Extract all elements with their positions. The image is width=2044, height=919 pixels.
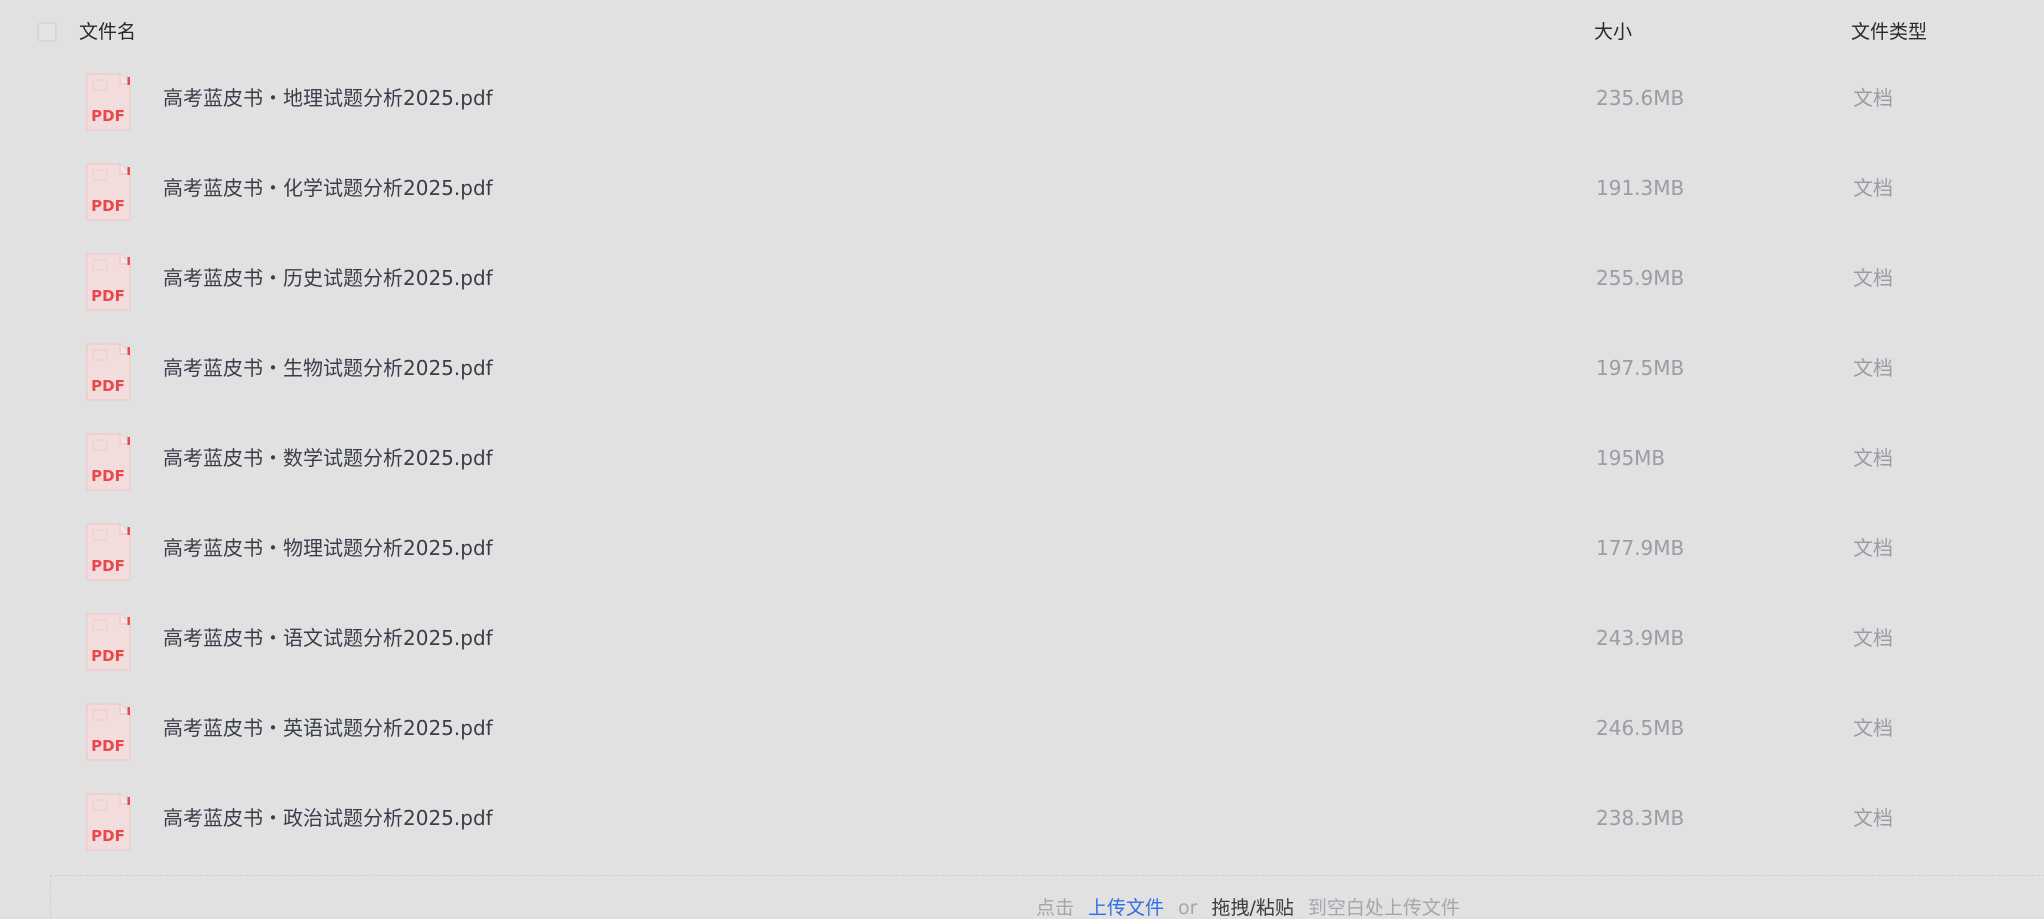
file-size: 195MB (1596, 446, 1666, 470)
upload-hint-prefix: 点击 (1036, 897, 1075, 919)
file-row[interactable]: PDF 高考蓝皮书・物理试题分析2025.pdf 177.9MB 文档 (0, 503, 2044, 593)
file-name[interactable]: 高考蓝皮书・政治试题分析2025.pdf (163, 805, 493, 831)
file-type: 文档 (1853, 626, 1893, 650)
file-type: 文档 (1853, 716, 1893, 740)
column-header-type[interactable]: 文件类型 (1851, 19, 1927, 45)
file-type: 文档 (1853, 806, 1893, 830)
file-size: 197.5MB (1596, 356, 1685, 380)
file-name[interactable]: 高考蓝皮书・语文试题分析2025.pdf (163, 625, 493, 651)
pdf-file-icon: PDF (85, 162, 132, 222)
pdf-file-icon: PDF (85, 792, 132, 852)
file-row[interactable]: PDF 高考蓝皮书・语文试题分析2025.pdf 243.9MB 文档 (0, 593, 2044, 683)
pdf-file-icon: PDF (85, 432, 132, 492)
upload-hint-suffix: 到空白处上传文件 (1307, 897, 1460, 919)
column-header-size[interactable]: 大小 (1594, 19, 1632, 45)
file-name[interactable]: 高考蓝皮书・物理试题分析2025.pdf (163, 535, 493, 561)
file-list-panel: 文件名 大小 文件类型 PDF 高考蓝皮书・地理试题分析2025.pdf 235.6… (0, 0, 2044, 919)
pdf-icon-label: PDF (91, 647, 125, 665)
file-name[interactable]: 高考蓝皮书・地理试题分析2025.pdf (163, 85, 493, 111)
file-row[interactable]: PDF 高考蓝皮书・历史试题分析2025.pdf 255.9MB 文档 (0, 233, 2044, 323)
file-size: 235.6MB (1596, 86, 1685, 110)
file-type: 文档 (1853, 266, 1893, 290)
pdf-icon-label: PDF (91, 107, 125, 125)
column-header-name[interactable]: 文件名 (79, 19, 136, 45)
file-name[interactable]: 高考蓝皮书・数学试题分析2025.pdf (163, 445, 493, 471)
file-row[interactable]: PDF 高考蓝皮书・生物试题分析2025.pdf 197.5MB 文档 (0, 323, 2044, 413)
file-size: 255.9MB (1596, 266, 1685, 290)
pdf-file-icon: PDF (85, 522, 132, 582)
file-size: 246.5MB (1596, 716, 1685, 740)
pdf-icon-label: PDF (91, 467, 125, 485)
file-row[interactable]: PDF 高考蓝皮书・化学试题分析2025.pdf 191.3MB 文档 (0, 143, 2044, 233)
upload-hint-or: or (1178, 897, 1198, 919)
file-size: 177.9MB (1596, 536, 1685, 560)
file-row[interactable]: PDF 高考蓝皮书・政治试题分析2025.pdf 238.3MB 文档 (0, 773, 2044, 863)
file-type: 文档 (1853, 86, 1893, 110)
pdf-icon-label: PDF (91, 557, 125, 575)
file-name[interactable]: 高考蓝皮书・化学试题分析2025.pdf (163, 175, 493, 201)
file-name[interactable]: 高考蓝皮书・历史试题分析2025.pdf (163, 265, 493, 291)
file-name[interactable]: 高考蓝皮书・生物试题分析2025.pdf (163, 355, 493, 381)
file-size: 243.9MB (1596, 626, 1685, 650)
drag-paste-hint[interactable]: 拖拽/粘贴 (1211, 897, 1293, 919)
file-row[interactable]: PDF 高考蓝皮书・英语试题分析2025.pdf 246.5MB 文档 (0, 683, 2044, 773)
upload-hint: 点击 上传文件 or 拖拽/粘贴 到空白处上传文件 (1036, 895, 1460, 919)
file-size: 191.3MB (1596, 176, 1685, 200)
file-type: 文档 (1853, 356, 1893, 380)
pdf-file-icon: PDF (85, 342, 132, 402)
pdf-file-icon: PDF (85, 252, 132, 312)
file-type: 文档 (1853, 446, 1893, 470)
upload-file-link[interactable]: 上传文件 (1088, 897, 1164, 919)
pdf-icon-label: PDF (91, 377, 125, 395)
pdf-icon-label: PDF (91, 827, 125, 845)
pdf-icon-label: PDF (91, 197, 125, 215)
file-type: 文档 (1853, 536, 1893, 560)
pdf-file-icon: PDF (85, 72, 132, 132)
file-row[interactable]: PDF 高考蓝皮书・地理试题分析2025.pdf 235.6MB 文档 (0, 53, 2044, 143)
pdf-icon-label: PDF (91, 287, 125, 305)
pdf-file-icon: PDF (85, 702, 132, 762)
select-all-checkbox[interactable] (37, 22, 57, 42)
file-type: 文档 (1853, 176, 1893, 200)
file-row[interactable]: PDF 高考蓝皮书・数学试题分析2025.pdf 195MB 文档 (0, 413, 2044, 503)
file-name[interactable]: 高考蓝皮书・英语试题分析2025.pdf (163, 715, 493, 741)
pdf-file-icon: PDF (85, 612, 132, 672)
file-size: 238.3MB (1596, 806, 1685, 830)
pdf-icon-label: PDF (91, 737, 125, 755)
